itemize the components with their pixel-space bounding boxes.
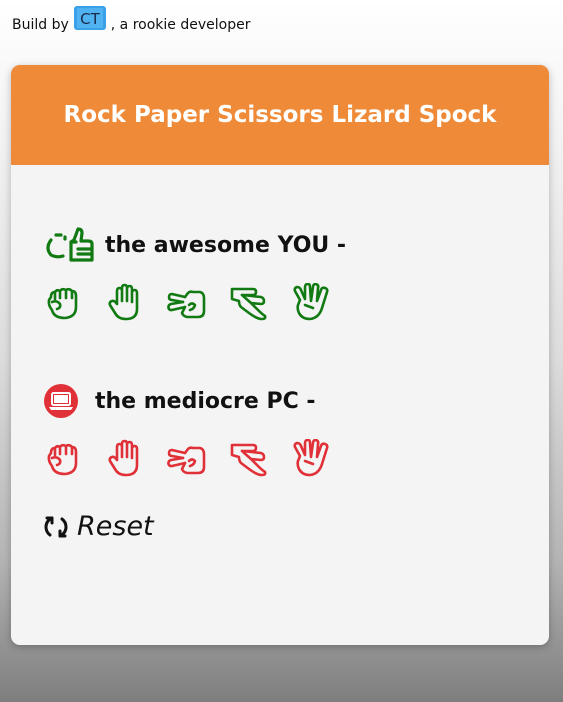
player-label: the awesome YOU - xyxy=(105,232,347,258)
game-card: Rock Paper Scissors Lizard Spock the awe… xyxy=(11,65,549,645)
pc-label-row: the mediocre PC - xyxy=(43,383,316,419)
pc-spock-indicator xyxy=(291,438,331,479)
credit-line: Build by CT , a rookie developer xyxy=(12,5,251,42)
reset-label: Reset xyxy=(77,511,154,542)
player-lizard-button[interactable] xyxy=(229,283,269,323)
player-choices xyxy=(43,282,353,323)
game-header: Rock Paper Scissors Lizard Spock xyxy=(11,65,549,165)
svg-text:CT: CT xyxy=(80,10,100,28)
player-scissors-button[interactable] xyxy=(167,283,207,323)
credit-prefix: Build by xyxy=(12,17,69,33)
pc-choices xyxy=(43,438,353,479)
thumbs-up-smile-icon xyxy=(43,227,95,263)
developer-logo: CT xyxy=(73,5,107,31)
pc-scissors-indicator xyxy=(167,439,207,479)
player-paper-button[interactable] xyxy=(105,283,145,323)
player-spock-button[interactable] xyxy=(291,282,331,323)
credit-suffix: , a rookie developer xyxy=(110,17,251,33)
pc-lizard-indicator xyxy=(229,439,269,479)
pc-paper-indicator xyxy=(105,439,145,479)
pc-rock-indicator xyxy=(43,439,83,479)
refresh-icon xyxy=(44,516,68,537)
player-label-row: the awesome YOU - xyxy=(43,227,346,263)
player-rock-button[interactable] xyxy=(43,283,83,323)
page-title: Rock Paper Scissors Lizard Spock xyxy=(63,102,497,128)
laptop-icon xyxy=(43,383,79,419)
pc-label: the mediocre PC - xyxy=(95,388,316,414)
reset-button[interactable]: Reset xyxy=(43,511,154,542)
